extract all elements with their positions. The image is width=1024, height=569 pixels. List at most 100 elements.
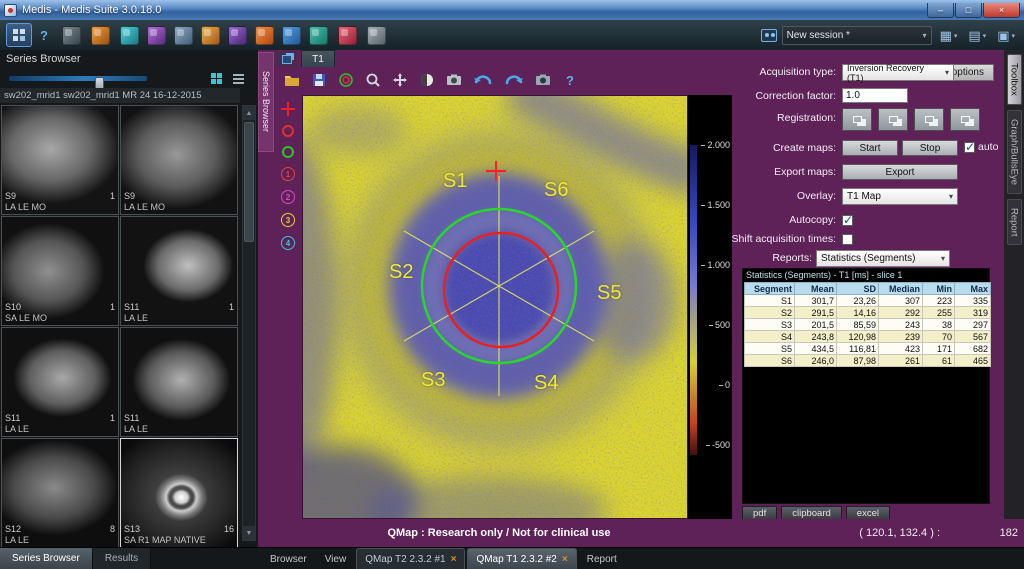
- viewport-layout-button[interactable]: [276, 51, 298, 67]
- module-icon-6[interactable]: [199, 24, 222, 47]
- module-icon-5[interactable]: [172, 24, 195, 47]
- marker-1-icon[interactable]: 1: [281, 167, 295, 181]
- endo-contour-icon[interactable]: [282, 125, 294, 137]
- window-layout-button[interactable]: [937, 24, 961, 46]
- contour-icon[interactable]: [336, 70, 356, 90]
- series-thumbnail[interactable]: S12 LA LE 8: [1, 438, 119, 548]
- stop-button[interactable]: Stop: [902, 140, 958, 156]
- start-button[interactable]: Start: [842, 140, 898, 156]
- list-view-icon[interactable]: [230, 70, 246, 86]
- series-thumbnail[interactable]: S9 LA LE MO 1: [1, 105, 119, 215]
- epi-contour-icon[interactable]: [282, 146, 294, 158]
- module-icon-12[interactable]: [365, 24, 388, 47]
- module-icon-11[interactable]: [336, 24, 361, 47]
- module-icon-4[interactable]: [145, 24, 168, 47]
- thumbnail-size-slider[interactable]: [8, 75, 148, 82]
- correction-factor-field[interactable]: 1.0: [842, 88, 908, 103]
- scroll-up-icon[interactable]: [243, 106, 255, 120]
- table-row[interactable]: S5 434,5 116,81 423 171 682: [745, 343, 991, 355]
- registration-option-4-button[interactable]: [950, 108, 980, 131]
- series-thumbnail[interactable]: S13 SA R1 MAP NATIVE 16: [120, 438, 238, 548]
- marker-3-icon[interactable]: 3: [281, 213, 295, 227]
- marker-4-icon[interactable]: 4: [281, 236, 295, 250]
- registration-option-1-button[interactable]: [842, 108, 872, 131]
- pan-icon[interactable]: [390, 70, 410, 90]
- panel-bottom-tab[interactable]: Results: [93, 548, 151, 569]
- registration-option-3-button[interactable]: [914, 108, 944, 131]
- zoom-icon[interactable]: [363, 70, 383, 90]
- app-document-tab[interactable]: QMap T1 2.3.2 #2: [467, 548, 576, 569]
- acquisition-type-combo[interactable]: Inversion Recovery (T1): [842, 64, 954, 81]
- t1-map-canvas[interactable]: S1 S2 S3 S4 S5 S6: [302, 95, 688, 519]
- annotation-toolstrip: 1 2 3 4: [274, 93, 302, 547]
- export-button[interactable]: Export: [842, 164, 958, 180]
- table-row[interactable]: S1 301,7 23,26 307 223 335: [745, 295, 991, 307]
- module-icon-3[interactable]: [118, 24, 141, 47]
- help-icon[interactable]: ?: [36, 24, 52, 46]
- tab-t1[interactable]: T1: [301, 50, 335, 67]
- app-document-tab[interactable]: Browser: [262, 548, 315, 569]
- module-icon-1[interactable]: [60, 24, 85, 47]
- module-icon-9[interactable]: [280, 24, 303, 47]
- auto-checkbox[interactable]: [964, 142, 975, 153]
- autocopy-checkbox[interactable]: [842, 215, 853, 226]
- table-row[interactable]: S4 243,8 120,98 239 70 567: [745, 331, 991, 343]
- side-panel-tab[interactable]: Report: [1007, 199, 1022, 246]
- module-icon-7[interactable]: [226, 24, 249, 47]
- contrast-icon[interactable]: [417, 70, 437, 90]
- series-thumbnail[interactable]: S10 SA LE MO 1: [1, 216, 119, 326]
- shift-acquisition-checkbox[interactable]: [842, 234, 853, 245]
- add-marker-icon[interactable]: [281, 102, 295, 116]
- maximize-button[interactable]: □: [955, 3, 982, 18]
- series-thumbnail[interactable]: S11 LA LE 1: [1, 327, 119, 437]
- colorbar-tick-label: 0: [719, 380, 730, 390]
- minimize-button[interactable]: –: [927, 3, 954, 18]
- overlay-combo[interactable]: T1 Map: [842, 188, 958, 205]
- session-combo[interactable]: New session *: [782, 26, 932, 45]
- series-thumbnail[interactable]: S11 LA LE 1: [120, 216, 238, 326]
- undo-icon[interactable]: [471, 70, 495, 90]
- redo-icon[interactable]: [502, 70, 526, 90]
- open-folder-icon[interactable]: [282, 70, 302, 90]
- module-icon-8[interactable]: [253, 24, 276, 47]
- side-panel-tab[interactable]: Graph/BullsEye: [1007, 110, 1022, 194]
- layers-icon: [282, 55, 292, 64]
- scrollbar-thumb[interactable]: [244, 122, 254, 242]
- side-panel-tab[interactable]: Toolbox: [1007, 54, 1022, 105]
- table-row[interactable]: S3 201,5 85,59 243 38 297: [745, 319, 991, 331]
- t1-map-overlay: [303, 96, 688, 519]
- series-thumbnail[interactable]: S11 LA LE: [120, 327, 238, 437]
- save-icon[interactable]: [309, 70, 329, 90]
- workspace-button[interactable]: [6, 23, 32, 47]
- scrollbar[interactable]: [242, 105, 256, 541]
- reports-combo[interactable]: Statistics (Segments): [816, 250, 950, 267]
- series-thumbnail[interactable]: S9 LA LE MO: [120, 105, 238, 215]
- module-icon-10[interactable]: [307, 24, 332, 47]
- series-image-count: 16: [224, 524, 234, 534]
- camera-icon[interactable]: [444, 70, 464, 90]
- grid-view-icon[interactable]: [208, 70, 224, 86]
- app-document-tab[interactable]: View: [317, 548, 355, 569]
- scroll-down-icon[interactable]: [243, 526, 255, 540]
- help-icon[interactable]: ?: [560, 70, 580, 90]
- module-icon-2[interactable]: [89, 24, 114, 47]
- app-document-tab[interactable]: QMap T2 2.3.2 #1: [356, 548, 465, 569]
- close-button[interactable]: ×: [983, 3, 1020, 18]
- app-document-tab[interactable]: Report: [579, 548, 625, 569]
- registration-option-2-button[interactable]: [878, 108, 908, 131]
- table-row[interactable]: S6 246,0 87,98 261 61 465: [745, 355, 991, 367]
- display-settings-button[interactable]: [965, 24, 989, 46]
- close-tab-icon[interactable]: [451, 554, 457, 565]
- bottom-bar: Series Browser Results Browser View QMap…: [0, 547, 1024, 569]
- marker-2-icon[interactable]: 2: [281, 190, 295, 204]
- tools-menu-button[interactable]: [994, 24, 1018, 46]
- series-browser-side-tab[interactable]: Series Browser: [258, 52, 274, 152]
- pdf-button[interactable]: pdf: [742, 506, 777, 520]
- table-row[interactable]: S2 291,5 14,16 292 255 319: [745, 307, 991, 319]
- close-tab-icon[interactable]: [562, 554, 568, 565]
- panel-bottom-tab[interactable]: Series Browser: [0, 548, 93, 569]
- colorbar[interactable]: 2.000 1.500 1.000 500 0 -500: [688, 95, 732, 519]
- clipboard-button[interactable]: clipboard: [781, 506, 842, 520]
- excel-button[interactable]: excel: [846, 506, 890, 520]
- snapshot-icon[interactable]: [533, 70, 553, 90]
